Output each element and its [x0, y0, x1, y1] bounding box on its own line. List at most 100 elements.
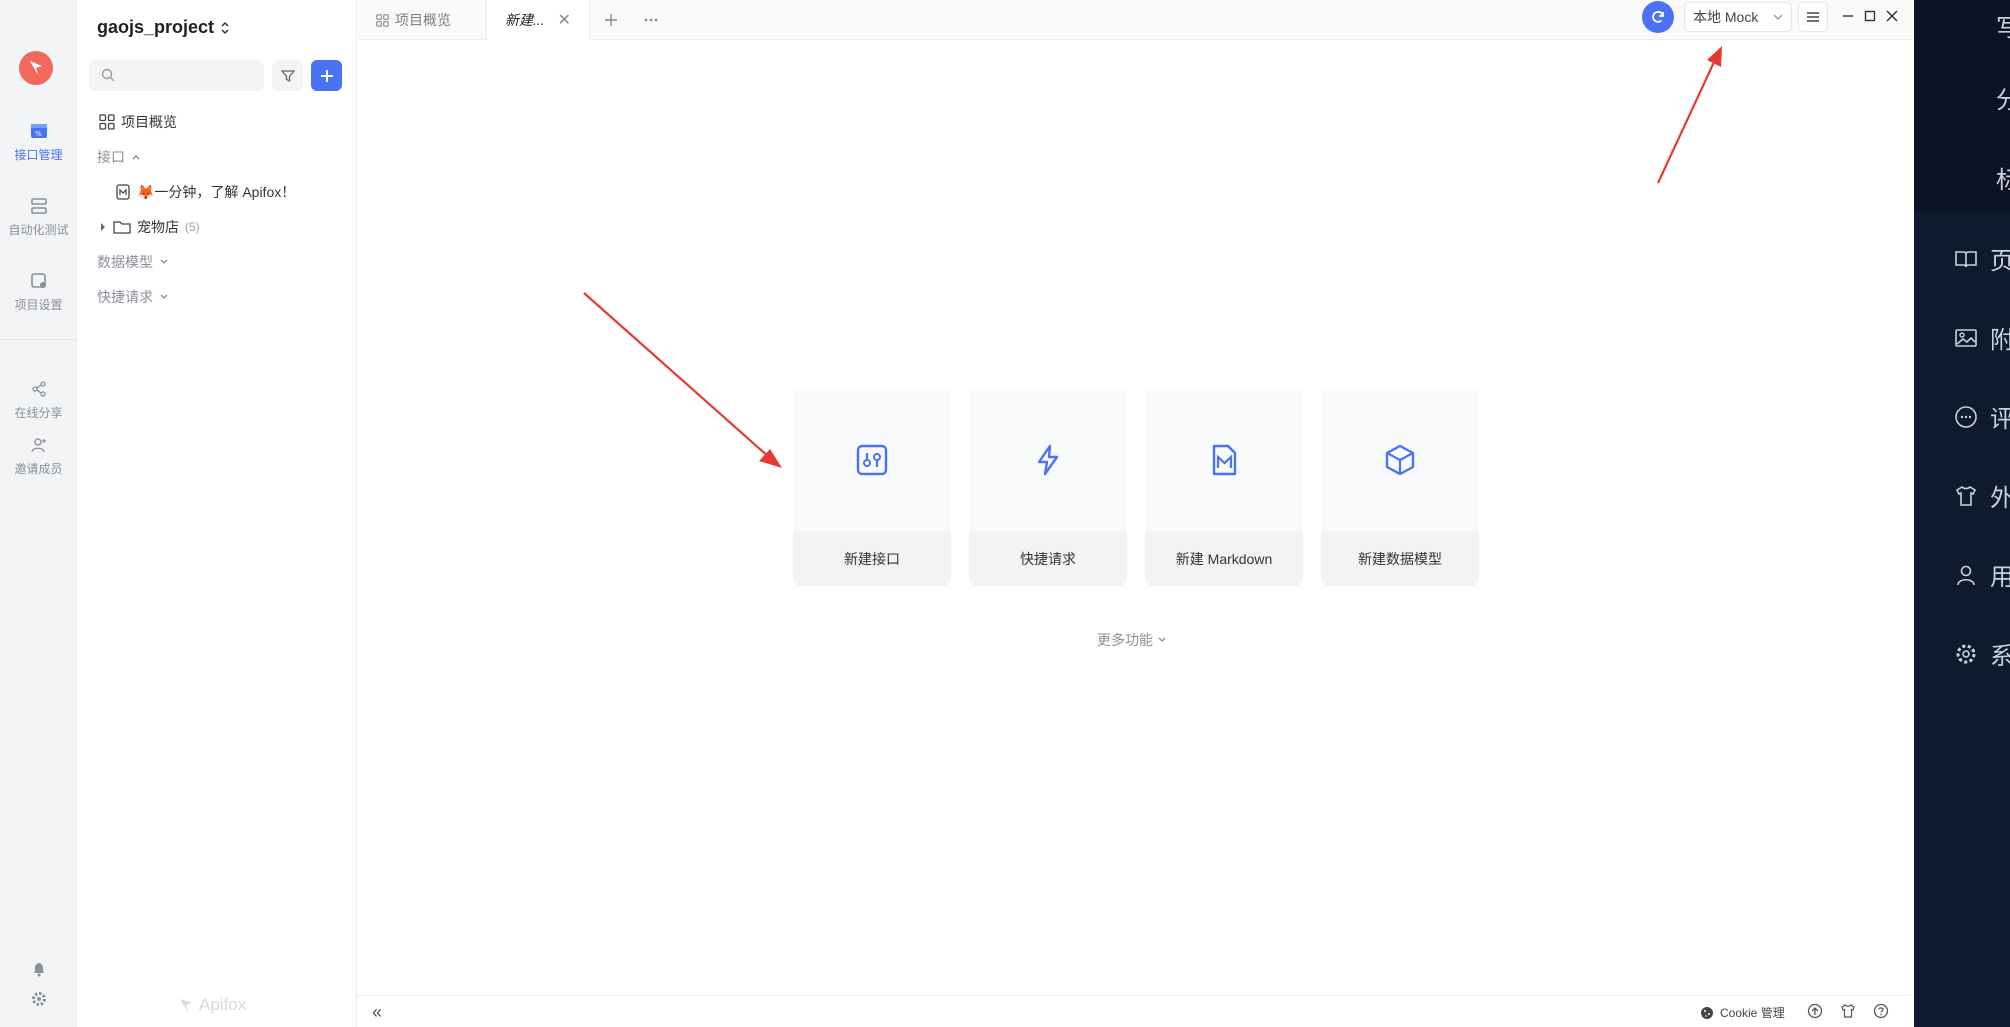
- ellipsis-icon: [644, 18, 658, 22]
- settings-doc-icon: [28, 270, 50, 292]
- rail-label: 接口管理: [14, 148, 63, 162]
- gear-icon: [1956, 644, 1976, 663]
- filter-button[interactable]: [272, 60, 303, 91]
- rail-item-api-management[interactable]: % 接口管理: [0, 120, 77, 163]
- project-sidebar: gaojs_project 项目概览 接口 🦊一分钟，了解 Apifox！ 宠物…: [77, 0, 357, 1027]
- filter-icon: [280, 69, 295, 82]
- api-doc-label: 🦊一分钟，了解 Apifox！: [137, 184, 296, 200]
- folder-item[interactable]: 宠物店 (5): [99, 217, 200, 237]
- panel-row[interactable]: 用: [1954, 557, 2010, 592]
- sidebar-item-label: 项目概览: [121, 114, 177, 130]
- svg-text:%: %: [35, 130, 42, 138]
- tab-label: 项目概览: [395, 12, 451, 28]
- mock-env-value: 本地 Mock: [1693, 9, 1759, 25]
- api-doc-item[interactable]: 🦊一分钟，了解 Apifox！: [115, 182, 295, 202]
- close-window-button[interactable]: [1882, 6, 1902, 26]
- tab-overview[interactable]: 项目概览: [358, 0, 469, 40]
- card-label: 新建 Markdown: [1175, 550, 1273, 567]
- image-icon: [1955, 328, 1977, 347]
- api-icon: [856, 444, 888, 476]
- minimize-button[interactable]: [1838, 6, 1858, 26]
- rail-item-automation[interactable]: 自动化测试: [0, 195, 77, 238]
- grid-icon: [376, 13, 389, 27]
- plus-icon: [605, 14, 617, 26]
- brand-watermark: Apifox: [177, 995, 246, 1015]
- comment-icon: [1955, 405, 1977, 428]
- panel-row[interactable]: 外: [1954, 478, 2010, 513]
- arrow-to-new-api: [583, 292, 782, 468]
- menu-button[interactable]: [1798, 2, 1828, 32]
- more-functions-toggle[interactable]: 更多功能: [1097, 630, 1167, 650]
- panel-row-label: 页: [1990, 248, 2010, 275]
- grid-icon: [99, 114, 115, 130]
- section-api[interactable]: 接口: [97, 147, 141, 167]
- chevron-down-icon: [1773, 14, 1783, 20]
- section-data-model[interactable]: 数据模型: [97, 252, 169, 272]
- settings-button[interactable]: [0, 988, 77, 1014]
- rail-label: 项目设置: [14, 298, 63, 312]
- panel-row[interactable]: 附: [1954, 320, 2010, 355]
- project-switcher[interactable]: gaojs_project: [97, 17, 230, 38]
- markdown-doc-icon: [116, 184, 130, 200]
- rail-item-online-share[interactable]: 在线分享: [0, 378, 77, 421]
- panel-row[interactable]: 页: [1954, 241, 2010, 276]
- collapse-sidebar-icon[interactable]: «: [372, 1002, 382, 1023]
- card-quick-request[interactable]: 快捷请求: [969, 389, 1127, 586]
- maximize-icon: [1864, 10, 1876, 22]
- upload-icon[interactable]: [1807, 1003, 1823, 1019]
- section-label: 数据模型: [97, 254, 153, 270]
- help-icon[interactable]: [1873, 1003, 1889, 1019]
- rail-label: 邀请成员: [14, 462, 63, 476]
- app-window: % 接口管理 自动化测试 项目设置 在线分享 邀请成员 gaojs_projec…: [0, 0, 2010, 1027]
- sidebar-item-overview[interactable]: 项目概览: [99, 112, 177, 132]
- card-new-markdown[interactable]: 新建 Markdown: [1145, 389, 1303, 586]
- rail-item-project-settings[interactable]: 项目设置: [0, 270, 77, 313]
- status-bar: « Cookie 管理: [358, 995, 1913, 1027]
- chevron-down-icon: [1158, 637, 1166, 642]
- book-icon: [1955, 250, 1977, 267]
- card-new-api[interactable]: 新建接口: [793, 389, 951, 586]
- shirt-icon[interactable]: [1840, 1003, 1856, 1019]
- close-icon[interactable]: ✕: [558, 10, 571, 30]
- chevron-up-icon: [132, 155, 140, 160]
- cube-icon: [1385, 444, 1415, 476]
- cookie-manager-button[interactable]: Cookie 管理: [1700, 1004, 1785, 1021]
- mock-env-select[interactable]: 本地 Mock: [1684, 2, 1792, 32]
- section-quick-request[interactable]: 快捷请求: [97, 287, 169, 307]
- card-label: 新建数据模型: [1358, 550, 1442, 567]
- apifox-mark-icon: [180, 999, 192, 1012]
- chevron-down-icon: [160, 259, 168, 264]
- new-tab-button[interactable]: [604, 0, 618, 40]
- tab-more-button[interactable]: [644, 0, 658, 40]
- panel-row-label: 系: [1990, 643, 2010, 670]
- chevron-down-icon: [160, 294, 168, 299]
- background-app-panel: 写 分 标 页 附 评 外 用 系: [1914, 0, 2010, 1027]
- automation-icon: [28, 195, 50, 217]
- panel-row-label: 评: [1990, 406, 2010, 433]
- search-icon: [101, 68, 115, 87]
- add-button[interactable]: [311, 60, 342, 91]
- bell-icon: [28, 958, 50, 980]
- share-icon: [28, 378, 50, 400]
- brand-name: Apifox: [199, 995, 247, 1014]
- tab-label: 新建...: [505, 12, 545, 28]
- maximize-button[interactable]: [1860, 6, 1880, 26]
- tab-new[interactable]: 新建... ✕: [486, 0, 590, 40]
- rail-item-invite-members[interactable]: 邀请成员: [0, 434, 77, 477]
- panel-row[interactable]: 评: [1954, 399, 2010, 434]
- panel-row[interactable]: 系: [1954, 636, 2010, 671]
- add-user-icon: [28, 434, 50, 456]
- sync-button[interactable]: [1642, 1, 1674, 33]
- tab-bar: 项目概览 新建... ✕: [358, 0, 1913, 40]
- panel-row: 分: [1996, 80, 2010, 115]
- arrow-to-mock-env: [1657, 46, 1722, 184]
- shirt-icon: [1955, 485, 1977, 506]
- notification-button[interactable]: [0, 958, 77, 984]
- user-icon: [1957, 565, 1975, 585]
- card-new-data-model[interactable]: 新建数据模型: [1321, 389, 1479, 586]
- apifox-logo: [19, 51, 53, 85]
- panel-row-label: 附: [1990, 327, 2010, 354]
- search-input[interactable]: [89, 60, 264, 91]
- panel-row: 写: [1996, 8, 2010, 43]
- cookie-label: Cookie 管理: [1720, 1006, 1785, 1020]
